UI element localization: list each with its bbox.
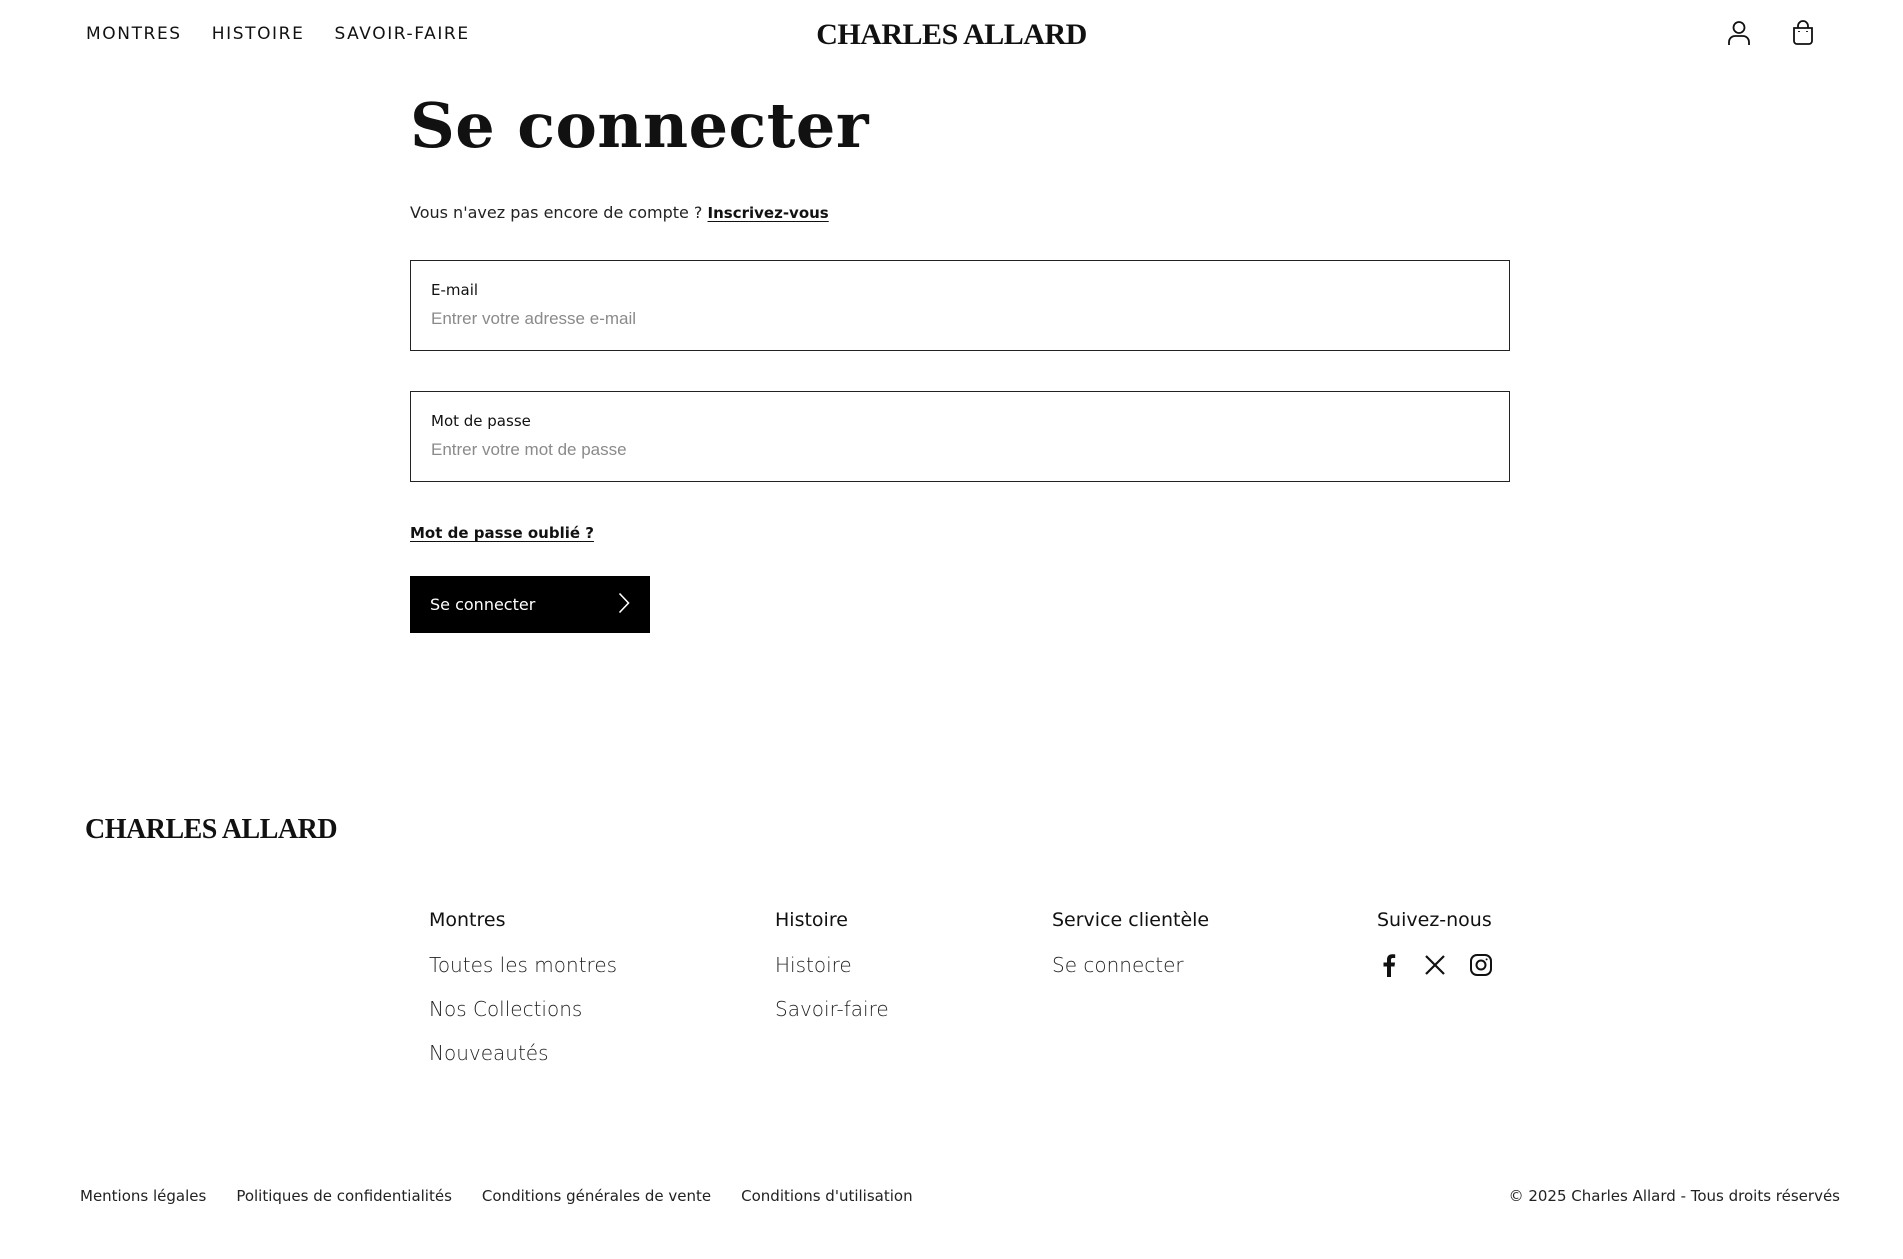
footer-bottom: Mentions légales Politiques de confident…	[80, 1187, 1840, 1205]
site-header: MONTRES HISTOIRE SAVOIR-FAIRE CHARLES AL…	[0, 0, 1903, 72]
shopping-bag-icon[interactable]	[1789, 18, 1817, 48]
footer-col-service: Service clientèle Se connecter	[1052, 909, 1209, 997]
legal-link-cgv[interactable]: Conditions générales de vente	[482, 1187, 711, 1205]
legal-links: Mentions légales Politiques de confident…	[80, 1187, 913, 1205]
login-main: Se connecter Vous n'avez pas encore de c…	[410, 89, 1510, 634]
footer-col-title: Histoire	[775, 909, 848, 931]
footer-link-savoir-faire[interactable]: Savoir-faire	[775, 997, 889, 1021]
footer-logo[interactable]: CHARLES ALLARD	[85, 814, 338, 846]
social-links	[1377, 953, 1493, 977]
header-actions	[1725, 18, 1817, 48]
email-label: E-mail	[431, 281, 479, 300]
footer-col-title: Montres	[429, 909, 506, 931]
footer-link-nos-collections[interactable]: Nos Collections	[429, 997, 617, 1021]
footer-col-title: Service clientèle	[1052, 909, 1210, 931]
footer-link-toutes-les-montres[interactable]: Toutes les montres	[429, 953, 617, 977]
email-field: E-mail	[410, 260, 1510, 352]
footer-link-histoire[interactable]: Histoire	[775, 953, 889, 977]
user-icon[interactable]	[1725, 18, 1753, 48]
footer-col-social: Suivez-nous	[1377, 909, 1493, 977]
x-icon[interactable]	[1423, 953, 1447, 977]
signup-prompt: Vous n'avez pas encore de compte ? Inscr…	[410, 203, 1510, 222]
footer-col-histoire: Histoire Histoire Savoir-faire	[775, 909, 889, 1041]
instagram-icon[interactable]	[1469, 953, 1493, 977]
signup-link[interactable]: Inscrivez-vous	[708, 204, 829, 222]
legal-link-confidentialite[interactable]: Politiques de confidentialités	[236, 1187, 452, 1205]
legal-link-mentions[interactable]: Mentions légales	[80, 1187, 206, 1205]
footer-link-se-connecter[interactable]: Se connecter	[1052, 953, 1209, 977]
nav-link-savoir-faire[interactable]: SAVOIR-FAIRE	[334, 24, 469, 44]
legal-link-conditions-utilisation[interactable]: Conditions d'utilisation	[741, 1187, 912, 1205]
main-nav: MONTRES HISTOIRE SAVOIR-FAIRE	[86, 24, 470, 44]
nav-link-histoire[interactable]: HISTOIRE	[212, 24, 305, 44]
password-label: Mot de passe	[431, 412, 531, 431]
password-input[interactable]	[431, 440, 1489, 461]
password-field: Mot de passe	[410, 391, 1510, 483]
chevron-right-icon	[618, 592, 630, 618]
login-button[interactable]: Se connecter	[410, 576, 650, 634]
email-input[interactable]	[431, 309, 1489, 330]
footer-link-nouveautes[interactable]: Nouveautés	[429, 1041, 617, 1065]
signup-prompt-text: Vous n'avez pas encore de compte ?	[410, 203, 703, 223]
brand-logo[interactable]: CHARLES ALLARD	[816, 18, 1087, 51]
page-title: Se connecter	[410, 89, 870, 162]
footer-col-montres: Montres Toutes les montres Nos Collectio…	[429, 909, 617, 1085]
forgot-password-link[interactable]: Mot de passe oublié ?	[410, 524, 594, 542]
login-button-label: Se connecter	[430, 595, 536, 615]
nav-link-montres[interactable]: MONTRES	[86, 24, 182, 44]
copyright: © 2025 Charles Allard - Tous droits rése…	[1508, 1187, 1840, 1205]
footer-col-title: Suivez-nous	[1377, 909, 1492, 931]
facebook-icon[interactable]	[1377, 953, 1401, 977]
